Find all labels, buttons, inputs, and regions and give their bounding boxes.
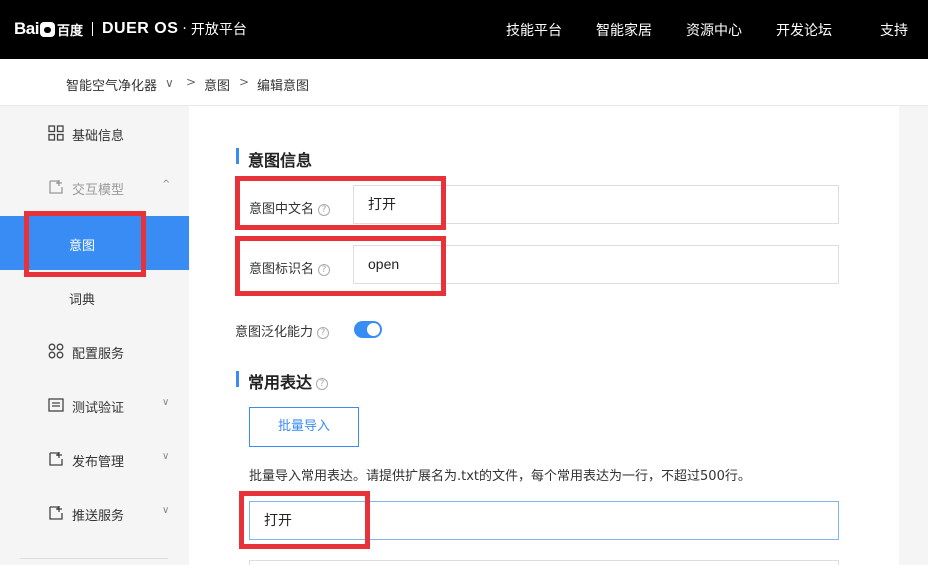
intent-cn-name-input[interactable]: 打开 [353, 185, 839, 224]
sidebar-item-push[interactable]: 推送服务 ∨ [0, 486, 189, 540]
sidebar-divider [20, 558, 168, 559]
sidebar: 基础信息 交互模型 ^ 意图 词典 配置服务 测试验证 ∨ 发布管理 ∨ 推送服… [0, 106, 189, 565]
sidebar-item-label: 交互模型 [72, 183, 125, 198]
sidebar-item-intent[interactable]: 意图 [0, 216, 189, 270]
push-icon [49, 506, 63, 520]
batch-import-hint: 批量导入常用表达。请提供扩展名为.txt的文件，每个常用表达为一行，不超过500… [249, 469, 751, 484]
breadcrumb-separator: > [186, 75, 197, 89]
section-title-expressions: 常用表达? [248, 369, 329, 393]
logo-platform-text: 开放平台 [190, 22, 247, 38]
help-icon[interactable]: ? [318, 263, 331, 276]
logo-dot: · [182, 21, 187, 37]
breadcrumb-intent[interactable]: 意图 [204, 75, 230, 94]
nav-smart-home[interactable]: 智能家居 [596, 20, 652, 40]
logo-baidu-text: Bai [14, 19, 39, 38]
sidebar-item-publish[interactable]: 发布管理 ∨ [0, 432, 189, 486]
sidebar-item-label: 推送服务 [72, 509, 125, 524]
skill-dropdown-icon[interactable]: ∨ [165, 76, 174, 90]
add-doc-icon [49, 180, 63, 194]
sidebar-item-label: 配置服务 [72, 347, 125, 362]
chevron-down-icon[interactable]: ∨ [162, 451, 169, 462]
sidebar-item-dictionary[interactable]: 词典 [0, 270, 189, 324]
nav-resource-center[interactable]: 资源中心 [686, 20, 742, 40]
intent-id-label: 意图标识名? [249, 258, 331, 277]
publish-icon [49, 452, 63, 466]
sidebar-item-test[interactable]: 测试验证 ∨ [0, 378, 189, 432]
scrollbar-track[interactable] [899, 106, 928, 565]
breadcrumb: 智能空气净化器 ∨ > 意图 > 编辑意图 [0, 59, 928, 106]
logo-divider [91, 22, 93, 36]
sidebar-item-config-service[interactable]: 配置服务 [0, 324, 189, 378]
chevron-up-icon[interactable]: ^ [162, 179, 170, 190]
sidebar-item-label: 测试验证 [72, 401, 125, 416]
intent-id-input[interactable]: open [353, 245, 839, 284]
test-icon [48, 398, 64, 412]
section-accent-bar [236, 148, 239, 164]
nav-dev-forum[interactable]: 开发论坛 [776, 20, 832, 40]
grid-icon [48, 125, 64, 141]
label-text: 意图泛化能力 [235, 325, 314, 340]
label-text: 意图中文名 [249, 202, 315, 217]
breadcrumb-current: 编辑意图 [257, 79, 310, 94]
nav-support[interactable]: 支持 [880, 20, 908, 40]
breadcrumb-separator: > [239, 75, 250, 89]
top-navbar: Bai 百度 DUER OS · 开放平台 技能平台 智能家居 资源中心 开发论… [0, 0, 928, 59]
service-icon [48, 343, 64, 359]
sidebar-item-basic-info[interactable]: 基础信息 [0, 106, 189, 160]
label-text: 意图标识名 [249, 262, 315, 277]
title-text: 常用表达 [248, 373, 313, 392]
sidebar-item-interaction-model[interactable]: 交互模型 ^ [0, 160, 189, 214]
logo-dueros-text: DUER OS [101, 20, 179, 37]
section-accent-bar [236, 371, 239, 387]
baidu-paw-icon [39, 21, 55, 37]
batch-import-button[interactable]: 批量导入 [249, 407, 359, 447]
sidebar-item-label: 意图 [69, 239, 96, 254]
help-icon[interactable]: ? [316, 377, 329, 390]
sidebar-item-label: 基础信息 [72, 129, 125, 144]
help-icon[interactable]: ? [317, 326, 330, 339]
toggle-knob [367, 323, 380, 336]
expression-input[interactable]: 打开 [249, 501, 839, 540]
generalize-toggle[interactable] [354, 321, 382, 338]
nav-skill-platform[interactable]: 技能平台 [506, 20, 562, 40]
chevron-down-icon[interactable]: ∨ [162, 397, 169, 408]
chevron-down-icon[interactable]: ∨ [162, 505, 169, 516]
sidebar-item-label: 词典 [69, 293, 96, 308]
help-icon[interactable]: ? [318, 203, 331, 216]
sidebar-item-label: 发布管理 [72, 455, 125, 470]
section-title-intent-info: 意图信息 [248, 151, 313, 170]
breadcrumb-skill[interactable]: 智能空气净化器 [66, 75, 157, 94]
dueros-logo[interactable]: Bai 百度 DUER OS · 开放平台 [14, 18, 247, 40]
logo-baidu-cn: 百度 [56, 23, 83, 39]
generalize-label: 意图泛化能力? [235, 321, 330, 340]
intent-cn-name-label: 意图中文名? [249, 198, 331, 217]
expression-input-next[interactable] [249, 560, 839, 565]
